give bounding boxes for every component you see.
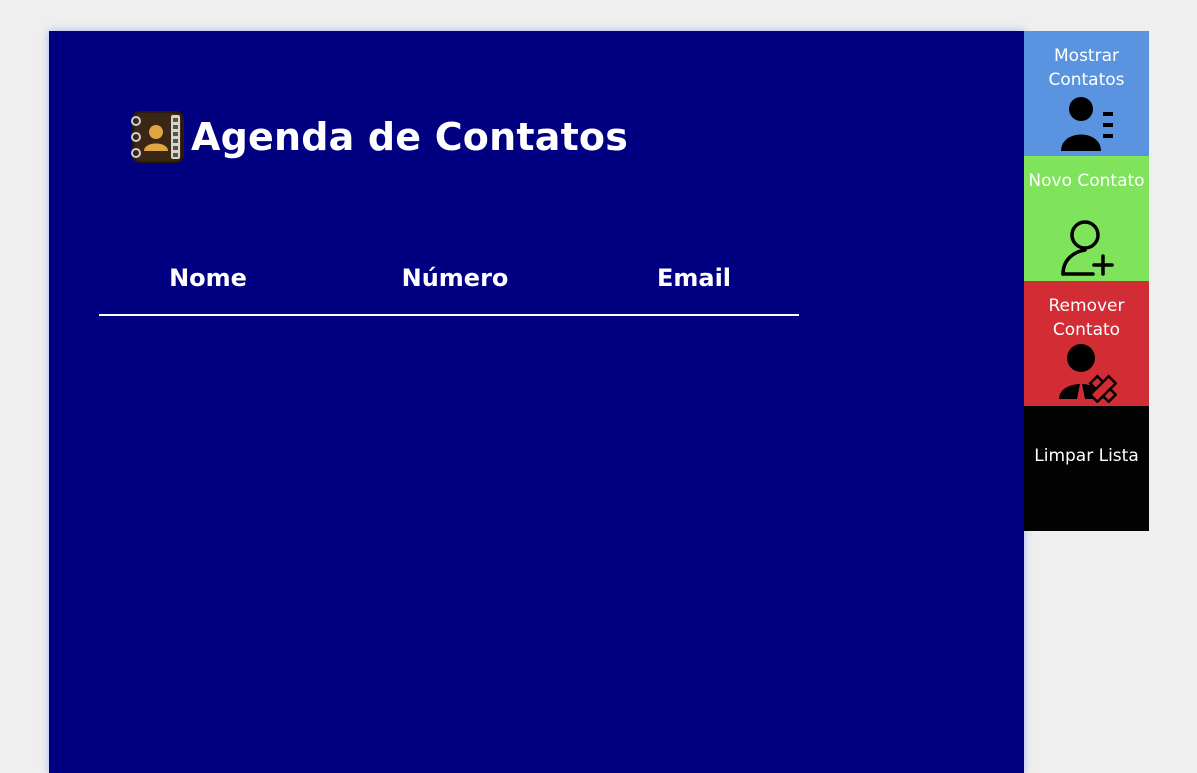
remove-contact-button[interactable]: Remover Contato [1024,281,1149,406]
contacts-book-icon [131,111,184,163]
clear-list-label: Limpar Lista [1034,446,1139,466]
clear-list-button[interactable]: Limpar Lista [1024,406,1149,531]
new-contact-button[interactable]: Novo Contato [1024,156,1149,281]
new-contact-label: Novo Contato [1028,171,1145,191]
column-header-numero: Número [401,264,509,292]
app-header: Agenda de Contatos [129,107,628,167]
remove-contact-label: Remover Contato [1048,296,1125,340]
main-panel: Agenda de Contatos Nome Número Email [49,31,1024,773]
add-user-icon [1061,220,1114,276]
contact-list-icon [1061,97,1113,151]
column-header-email: Email [656,264,732,292]
app-title: Agenda de Contatos [191,115,629,159]
column-header-nome: Nome [169,264,247,292]
contacts-table-header: Nome Número Email [99,256,799,316]
remove-user-icon [1059,344,1117,403]
show-contacts-button[interactable]: Mostrar Contatos [1024,31,1149,156]
show-contacts-label: Mostrar Contatos [1048,46,1125,90]
action-sidebar: Mostrar Contatos Novo Contato Remover Co… [1024,31,1149,531]
